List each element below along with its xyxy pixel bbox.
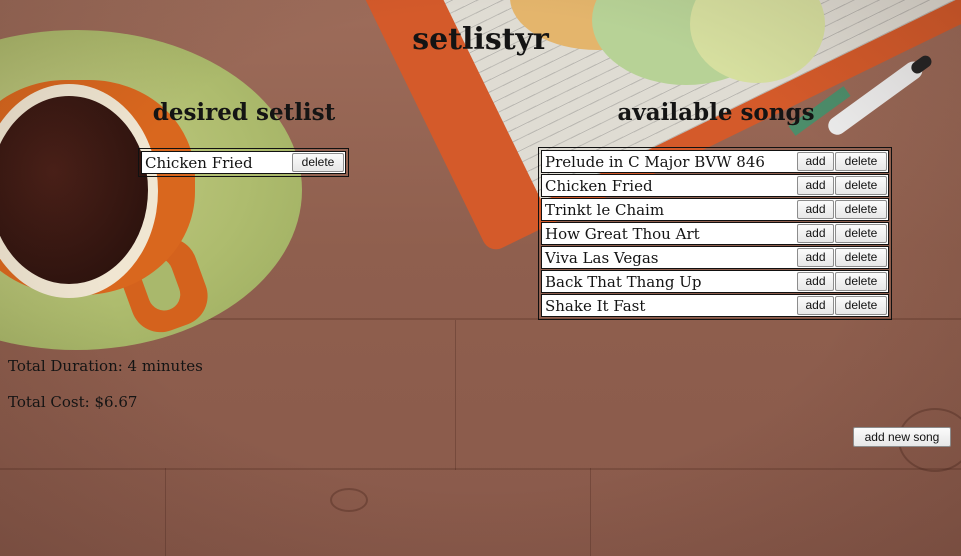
song-name: Shake It Fast xyxy=(545,296,646,315)
delete-button[interactable]: delete xyxy=(292,153,344,172)
add-button[interactable]: add xyxy=(797,272,834,291)
available-songs-heading: available songs xyxy=(617,99,815,126)
song-name: Trinkt le Chaim xyxy=(545,200,665,219)
add-button[interactable]: add xyxy=(797,176,834,195)
desired-setlist-heading: desired setlist xyxy=(152,99,336,126)
available-song-row: Viva Las Vegas add delete xyxy=(541,246,889,269)
delete-button[interactable]: delete xyxy=(835,176,887,195)
available-song-row: Back That Thang Up add delete xyxy=(541,270,889,293)
song-name: How Great Thou Art xyxy=(545,224,700,243)
add-button[interactable]: add xyxy=(797,296,834,315)
desired-song-row: Chicken Fried delete xyxy=(141,151,346,174)
delete-button[interactable]: delete xyxy=(835,224,887,243)
add-button[interactable]: add xyxy=(797,152,834,171)
page-title: setlistyr xyxy=(412,22,549,57)
add-button[interactable]: add xyxy=(797,200,834,219)
total-duration: Total Duration: 4 minutes xyxy=(8,357,203,375)
available-songs-table: Prelude in C Major BVW 846 add delete Ch… xyxy=(538,147,892,320)
add-button[interactable]: add xyxy=(797,248,834,267)
delete-button[interactable]: delete xyxy=(835,152,887,171)
available-song-row: Shake It Fast add delete xyxy=(541,294,889,317)
add-button[interactable]: add xyxy=(797,224,834,243)
song-name: Back That Thang Up xyxy=(545,272,702,291)
delete-button[interactable]: delete xyxy=(835,272,887,291)
song-name: Prelude in C Major BVW 846 xyxy=(545,152,765,171)
song-name: Viva Las Vegas xyxy=(545,248,659,267)
available-song-row: How Great Thou Art add delete xyxy=(541,222,889,245)
delete-button[interactable]: delete xyxy=(835,248,887,267)
delete-button[interactable]: delete xyxy=(835,200,887,219)
available-song-row: Chicken Fried add delete xyxy=(541,174,889,197)
desired-setlist-table: Chicken Fried delete xyxy=(138,148,349,177)
song-name: Chicken Fried xyxy=(545,176,653,195)
song-name: Chicken Fried xyxy=(145,153,253,172)
available-song-row: Prelude in C Major BVW 846 add delete xyxy=(541,150,889,173)
available-song-row: Trinkt le Chaim add delete xyxy=(541,198,889,221)
add-new-song-button[interactable]: add new song xyxy=(853,427,951,447)
delete-button[interactable]: delete xyxy=(835,296,887,315)
total-cost: Total Cost: $6.67 xyxy=(8,393,138,411)
